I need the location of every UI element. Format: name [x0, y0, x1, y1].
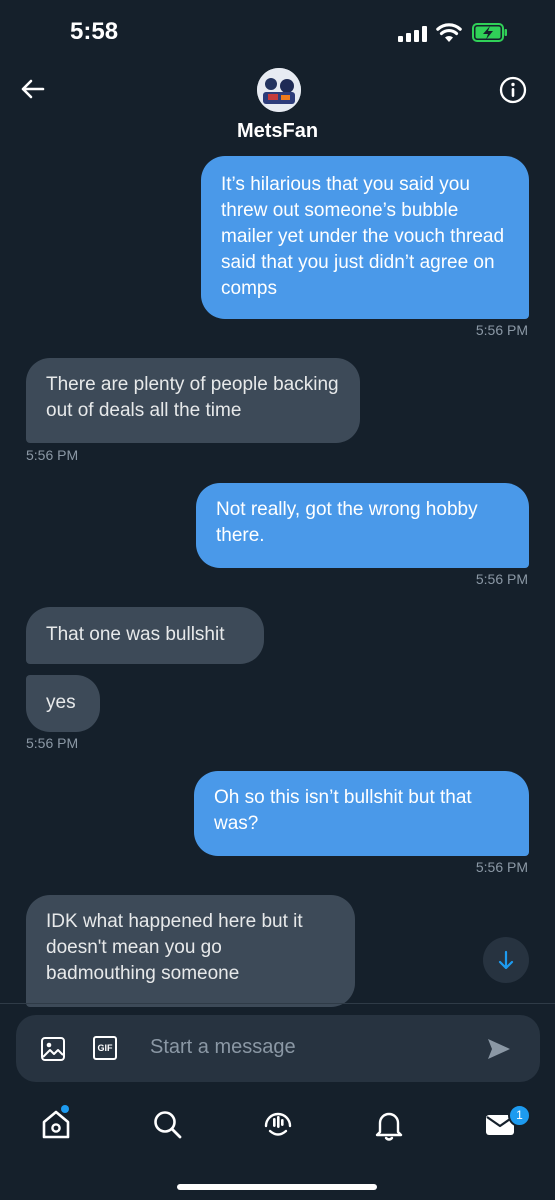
message-text: It’s hilarious that you said you threw o… [221, 174, 505, 299]
message-text: That one was bullshit [46, 624, 225, 645]
message-text: Oh so this isn’t bullshit but that was? [214, 787, 472, 834]
message-timestamp: 5:56 PM [475, 859, 528, 875]
gif-button[interactable]: GIF [93, 1036, 117, 1060]
message-bubble-received[interactable]: That one was bullshit [26, 607, 264, 664]
message-bubble-received[interactable]: There are plenty of people backing out o… [26, 358, 360, 443]
message-text: IDK what happened here but it doesn't me… [46, 911, 303, 984]
message-timestamp: 5:56 PM [475, 322, 528, 338]
status-time: 5:58 [70, 18, 119, 45]
message-text: Not really, got the wrong hobby there. [216, 499, 478, 546]
message-bubble-sent[interactable]: It’s hilarious that you said you threw o… [201, 156, 529, 319]
search-icon[interactable] [147, 1104, 187, 1144]
message-timestamp: 5:56 PM [26, 447, 79, 463]
scroll-to-bottom-button[interactable] [483, 937, 529, 983]
message-input[interactable] [150, 1036, 450, 1059]
notifications-bell-icon[interactable] [369, 1104, 409, 1144]
cellular-signal-icon [398, 26, 428, 42]
wifi-icon [436, 23, 462, 42]
home-indicator [177, 1184, 377, 1190]
message-bubble-sent[interactable]: Not really, got the wrong hobby there. [196, 483, 529, 568]
spaces-icon[interactable] [258, 1104, 298, 1144]
message-text: yes [46, 692, 76, 713]
info-icon[interactable] [498, 75, 528, 105]
divider [0, 1003, 555, 1004]
message-bubble-received[interactable]: yes [26, 675, 100, 732]
unread-messages-badge: 1 [508, 1104, 531, 1127]
image-icon[interactable] [40, 1036, 66, 1062]
avatar[interactable] [257, 68, 301, 112]
battery-charging-icon [472, 23, 507, 42]
message-bubble-sent[interactable]: Oh so this isn’t bullshit but that was? [194, 771, 529, 856]
contact-name[interactable]: MetsFan [0, 120, 555, 143]
home-icon[interactable] [36, 1104, 76, 1144]
message-bubble-received[interactable]: IDK what happened here but it doesn't me… [26, 895, 355, 1007]
message-text: There are plenty of people backing out o… [46, 374, 339, 421]
back-arrow-icon[interactable] [18, 74, 48, 104]
message-timestamp: 5:56 PM [26, 735, 79, 751]
send-icon[interactable] [485, 1035, 513, 1063]
arrow-down-icon [498, 950, 514, 970]
message-timestamp: 5:56 PM [475, 571, 528, 587]
